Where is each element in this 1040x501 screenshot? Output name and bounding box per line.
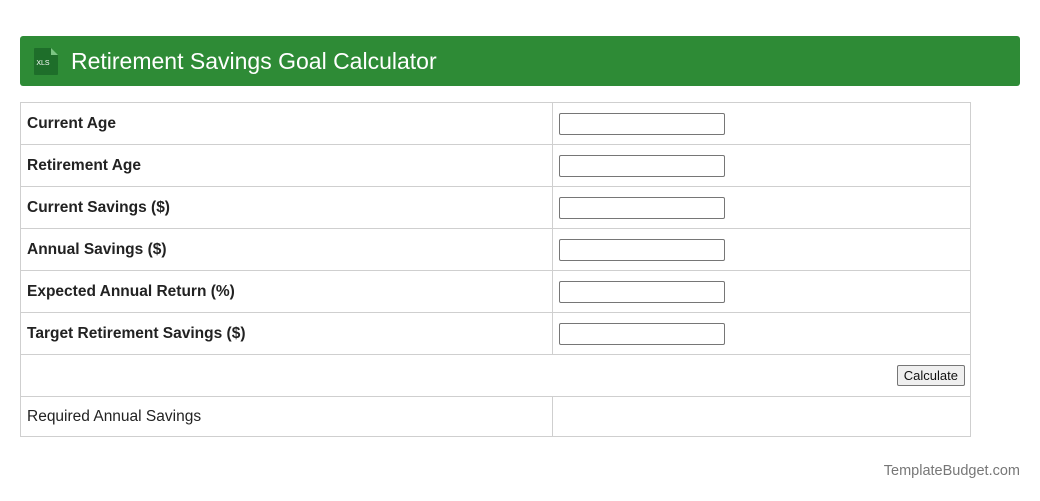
form-row-target-savings: Target Retirement Savings ($) (20, 312, 971, 355)
expected-return-cell (552, 270, 971, 313)
calculator-form: Current Age Retirement Age Current Savin… (20, 102, 971, 437)
form-row-current-age: Current Age (20, 102, 971, 145)
form-row-calculate: Calculate (20, 354, 971, 397)
form-row-annual-savings: Annual Savings ($) (20, 228, 971, 271)
page-title: Retirement Savings Goal Calculator (71, 48, 437, 74)
retirement-age-label: Retirement Age (20, 144, 553, 187)
required-annual-savings-label: Required Annual Savings (20, 396, 553, 437)
current-age-label: Current Age (20, 102, 553, 145)
current-savings-input[interactable] (559, 196, 725, 219)
current-age-cell (552, 102, 971, 145)
form-row-current-savings: Current Savings ($) (20, 186, 971, 229)
calculate-cell: Calculate (20, 354, 971, 397)
retirement-age-cell (552, 144, 971, 187)
calculate-button[interactable]: Calculate (896, 365, 965, 386)
target-savings-input[interactable] (559, 322, 725, 345)
form-row-retirement-age: Retirement Age (20, 144, 971, 187)
page-header: XLS Retirement Savings Goal Calculator (20, 36, 1020, 86)
target-savings-label: Target Retirement Savings ($) (20, 312, 553, 355)
annual-savings-cell (552, 228, 971, 271)
form-row-result: Required Annual Savings (20, 396, 971, 437)
current-savings-cell (552, 186, 971, 229)
footer-credit: TemplateBudget.com (883, 463, 1020, 479)
required-annual-savings-value (552, 396, 971, 437)
current-savings-label: Current Savings ($) (20, 186, 553, 229)
expected-return-input[interactable] (559, 280, 725, 303)
annual-savings-input[interactable] (559, 238, 725, 261)
expected-return-label: Expected Annual Return (%) (20, 270, 553, 313)
form-row-expected-return: Expected Annual Return (%) (20, 270, 971, 313)
annual-savings-label: Annual Savings ($) (20, 228, 553, 271)
retirement-age-input[interactable] (559, 154, 725, 177)
target-savings-cell (552, 312, 971, 355)
current-age-input[interactable] (559, 112, 725, 135)
xls-file-icon: XLS (34, 48, 58, 75)
xls-icon-text: XLS (36, 60, 50, 67)
